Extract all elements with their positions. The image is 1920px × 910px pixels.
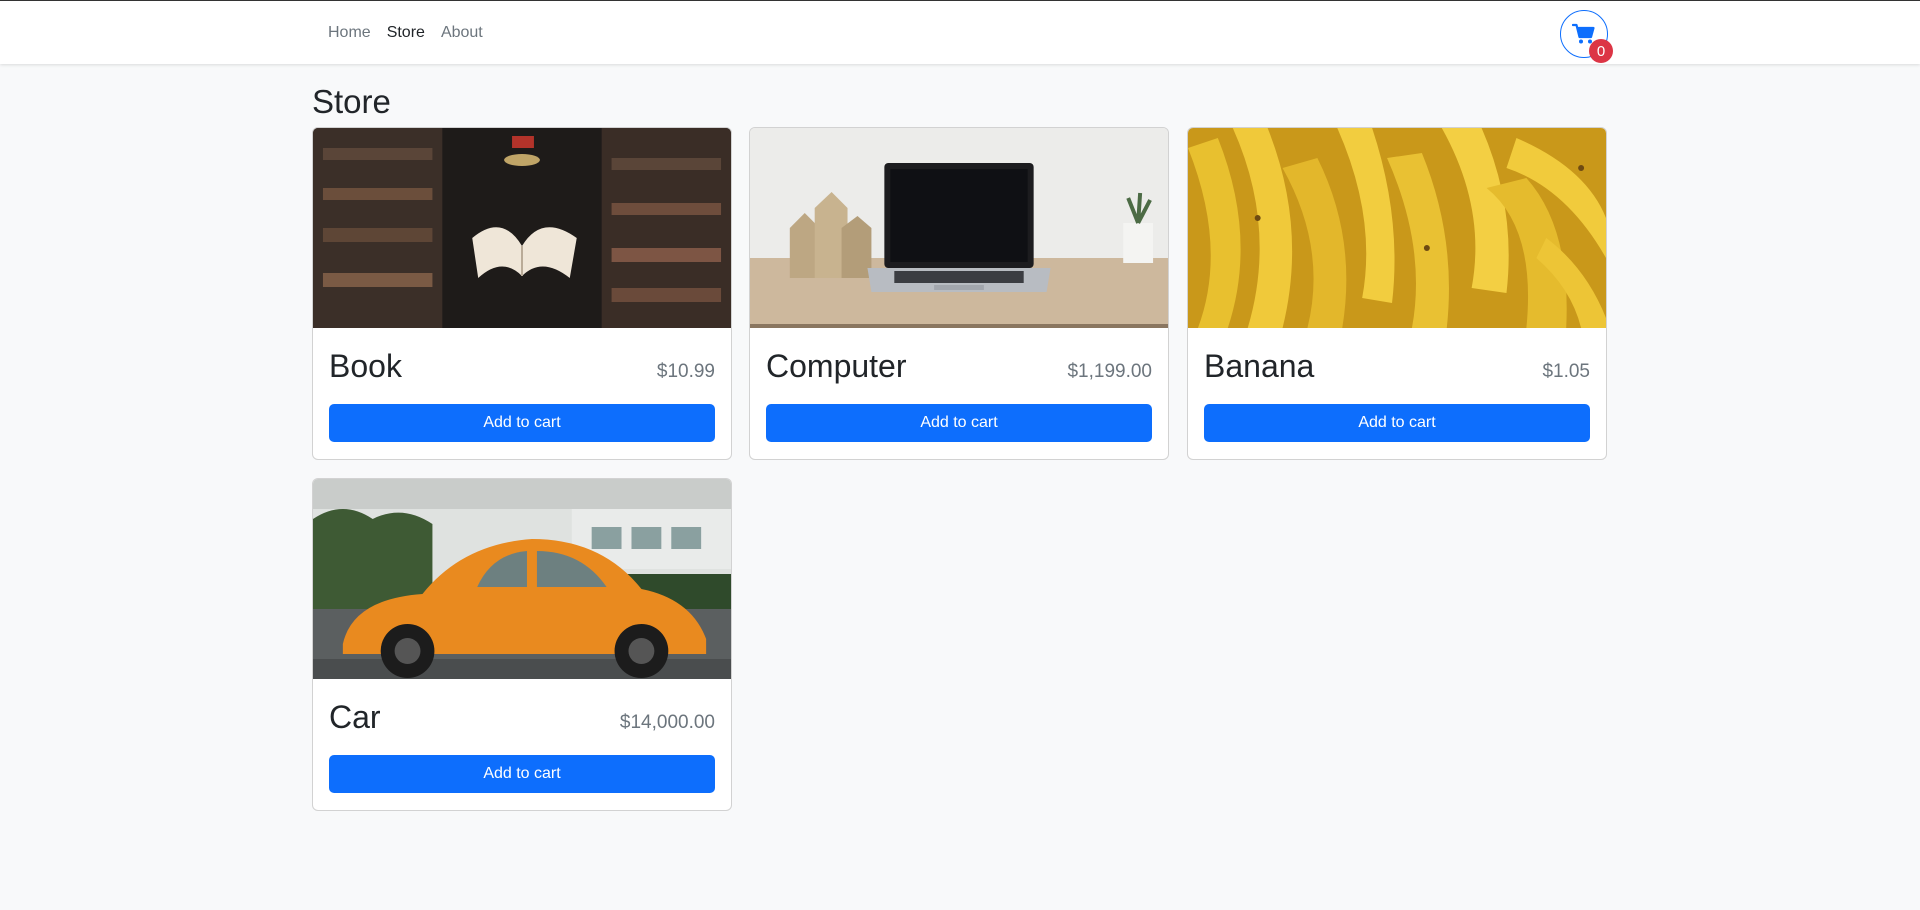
nav-link-store[interactable]: Store xyxy=(379,24,433,42)
product-price: $1.05 xyxy=(1542,361,1590,382)
card-title-row: Banana $1.05 xyxy=(1204,344,1590,388)
card-title-row: Book $10.99 xyxy=(329,344,715,388)
product-card-car: Car $14,000.00 Add to cart xyxy=(312,478,732,811)
add-to-cart-button-book[interactable]: Add to cart xyxy=(329,404,715,442)
laptop-on-desk-image xyxy=(750,128,1168,328)
card-body: Book $10.99 Add to cart xyxy=(313,328,731,458)
bananas-image xyxy=(1188,128,1606,328)
product-card-banana: Banana $1.05 Add to cart xyxy=(1187,127,1607,460)
page-title: Store xyxy=(312,83,391,120)
floating-book-library-image xyxy=(313,128,731,328)
card-body: Car $14,000.00 Add to cart xyxy=(313,679,731,809)
add-to-cart-button-computer[interactable]: Add to cart xyxy=(766,404,1152,442)
nav-links: Home Store About xyxy=(320,1,491,65)
nav-link-about[interactable]: About xyxy=(433,24,491,42)
product-name: Banana xyxy=(1204,348,1315,384)
product-card-book: Book $10.99 Add to cart xyxy=(312,127,732,460)
product-price: $10.99 xyxy=(656,361,715,382)
card-title-row: Car $14,000.00 xyxy=(329,695,715,739)
product-name: Computer xyxy=(766,348,907,384)
navbar: Home Store About 0 xyxy=(0,0,1920,64)
product-card-computer: Computer $1,199.00 Add to cart xyxy=(749,127,1169,460)
product-price: $14,000.00 xyxy=(619,712,715,733)
nav-link-home[interactable]: Home xyxy=(320,24,379,42)
product-name: Car xyxy=(329,699,381,735)
add-to-cart-button-car[interactable]: Add to cart xyxy=(329,755,715,793)
card-title-row: Computer $1,199.00 xyxy=(766,344,1152,388)
cart-button[interactable]: 0 xyxy=(1560,10,1613,63)
cart-count-badge: 0 xyxy=(1589,39,1613,63)
orange-beetle-car-image xyxy=(313,479,731,679)
card-body: Computer $1,199.00 Add to cart xyxy=(750,328,1168,458)
product-price: $1,199.00 xyxy=(1067,361,1152,382)
product-name: Book xyxy=(329,348,402,384)
add-to-cart-button-banana[interactable]: Add to cart xyxy=(1204,404,1590,442)
card-body: Banana $1.05 Add to cart xyxy=(1188,328,1606,458)
